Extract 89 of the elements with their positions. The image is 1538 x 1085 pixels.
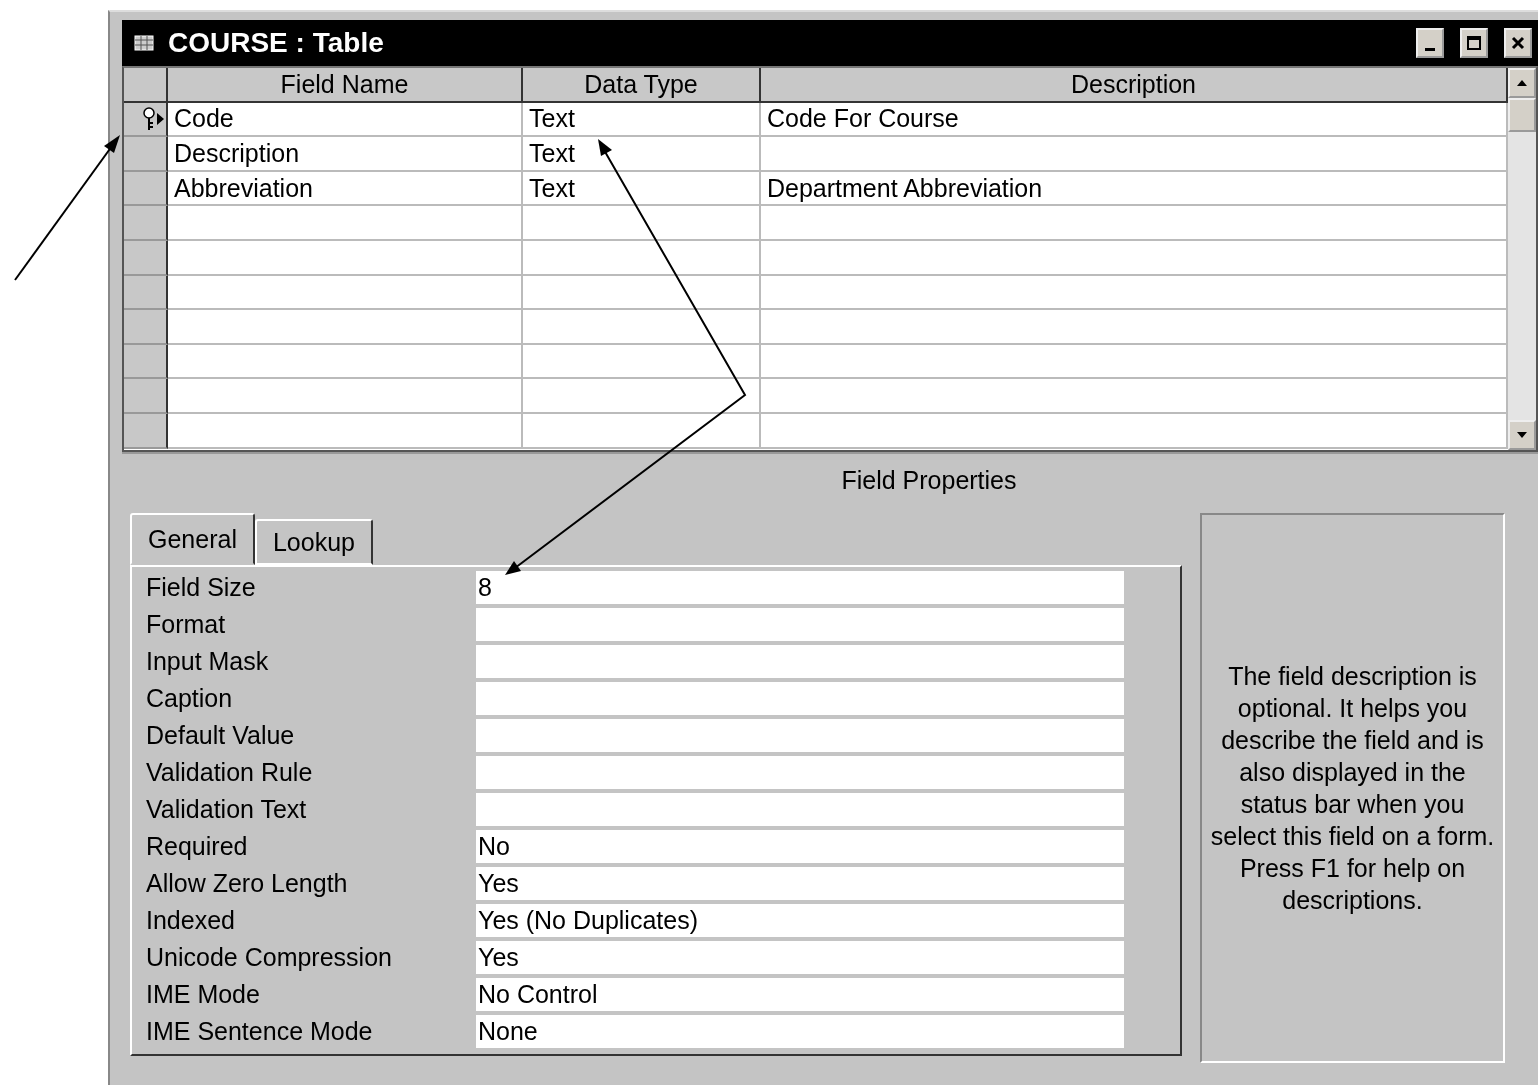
minimize-icon bbox=[1425, 47, 1435, 51]
table-cell[interactable] bbox=[761, 344, 1508, 380]
property-field[interactable]: 8 bbox=[476, 571, 1124, 604]
property-label: Unicode Compression bbox=[146, 942, 393, 973]
table-cell[interactable] bbox=[523, 379, 761, 414]
maximize-button[interactable] bbox=[1460, 28, 1488, 58]
close-button[interactable] bbox=[1504, 28, 1532, 58]
property-label: Format bbox=[146, 609, 227, 640]
row-selector[interactable] bbox=[124, 171, 168, 207]
row-selector[interactable] bbox=[124, 102, 168, 138]
table-cell[interactable] bbox=[523, 310, 761, 345]
help-text: The field description is optional. It helps you describe the field and is also displayed in the status bar when you select this field on a form. Press F1 for help on descriptions. bbox=[1200, 513, 1505, 1063]
up-triangle-icon bbox=[1516, 79, 1528, 87]
property-label: Required bbox=[146, 831, 249, 862]
table-cell[interactable]: Text bbox=[523, 102, 761, 138]
column-header[interactable]: Data Type bbox=[523, 68, 761, 103]
scroll-up-button[interactable] bbox=[1508, 68, 1536, 98]
row-selector[interactable] bbox=[124, 206, 168, 241]
row-selector[interactable] bbox=[124, 137, 168, 172]
down-triangle-icon bbox=[1516, 431, 1528, 439]
table-cell[interactable] bbox=[761, 137, 1508, 172]
table-cell[interactable] bbox=[168, 310, 523, 345]
row-selector[interactable] bbox=[124, 275, 168, 311]
row-selector[interactable] bbox=[124, 310, 168, 345]
property-label: Validation Text bbox=[146, 794, 308, 825]
property-label: IME Mode bbox=[146, 979, 261, 1010]
table-cell[interactable]: Description bbox=[168, 137, 523, 172]
row-selector[interactable] bbox=[124, 413, 168, 449]
table-cell[interactable] bbox=[761, 240, 1508, 276]
table-cell[interactable] bbox=[523, 413, 761, 449]
table-cell[interactable] bbox=[168, 240, 523, 276]
row-pointer-icon bbox=[157, 112, 164, 125]
minimize-button[interactable] bbox=[1416, 28, 1444, 58]
table-cell[interactable]: Abbreviation bbox=[168, 171, 523, 207]
table-cell[interactable] bbox=[523, 206, 761, 241]
window-title: COURSE : Table bbox=[168, 27, 385, 59]
maximize-icon bbox=[1466, 35, 1482, 51]
table-cell[interactable] bbox=[168, 206, 523, 241]
close-icon bbox=[1511, 36, 1525, 50]
property-label: Input Mask bbox=[146, 646, 270, 677]
property-field[interactable]: No bbox=[476, 830, 1124, 863]
table-cell[interactable] bbox=[761, 413, 1508, 449]
property-field[interactable] bbox=[476, 719, 1124, 752]
table-icon bbox=[134, 35, 154, 51]
property-label: Allow Zero Length bbox=[146, 868, 349, 899]
property-label: Caption bbox=[146, 683, 234, 714]
table-cell[interactable] bbox=[523, 240, 761, 276]
column-header[interactable]: Field Name bbox=[168, 68, 523, 103]
scroll-thumb[interactable] bbox=[1508, 98, 1536, 132]
tab[interactable]: Lookup bbox=[254, 519, 373, 565]
property-field[interactable] bbox=[476, 682, 1124, 715]
property-label: Default Value bbox=[146, 720, 296, 751]
table-cell[interactable] bbox=[761, 310, 1508, 345]
row-selector[interactable] bbox=[124, 344, 168, 380]
property-label: Validation Rule bbox=[146, 757, 314, 788]
table-cell[interactable] bbox=[168, 275, 523, 311]
table-cell[interactable] bbox=[168, 413, 523, 449]
row-selector[interactable] bbox=[124, 379, 168, 414]
table-cell[interactable]: Code For Course bbox=[761, 102, 1508, 138]
table-cell[interactable] bbox=[168, 379, 523, 414]
tab[interactable]: General bbox=[130, 513, 255, 565]
property-field[interactable]: Yes (No Duplicates) bbox=[476, 904, 1124, 937]
row-selector[interactable] bbox=[124, 240, 168, 276]
table-cell[interactable] bbox=[761, 206, 1508, 241]
property-field[interactable]: Yes bbox=[476, 941, 1124, 974]
corner-header bbox=[124, 68, 168, 103]
property-label: IME Sentence Mode bbox=[146, 1016, 374, 1047]
table-cell[interactable] bbox=[523, 275, 761, 311]
property-field[interactable] bbox=[476, 608, 1124, 641]
property-field[interactable]: Yes bbox=[476, 867, 1124, 900]
property-field[interactable] bbox=[476, 645, 1124, 678]
property-field[interactable]: None bbox=[476, 1015, 1124, 1048]
scroll-down-button[interactable] bbox=[1508, 420, 1536, 450]
property-label: Field Size bbox=[146, 572, 257, 603]
section-title: Field Properties bbox=[841, 465, 1017, 495]
table-cell[interactable]: Code bbox=[168, 102, 523, 138]
table-cell[interactable] bbox=[761, 379, 1508, 414]
table-cell[interactable] bbox=[168, 344, 523, 380]
property-field[interactable]: No Control bbox=[476, 978, 1124, 1011]
table-cell[interactable] bbox=[761, 275, 1508, 311]
column-header[interactable]: Description bbox=[761, 68, 1508, 103]
key-icon bbox=[142, 106, 156, 131]
table-cell[interactable]: Department Abbreviation bbox=[761, 171, 1508, 207]
property-field[interactable] bbox=[476, 793, 1124, 826]
table-cell[interactable] bbox=[523, 344, 761, 380]
table-cell[interactable]: Text bbox=[523, 171, 761, 207]
vertical-scrollbar[interactable] bbox=[1508, 68, 1536, 450]
property-label: Indexed bbox=[146, 905, 236, 936]
property-field[interactable] bbox=[476, 756, 1124, 789]
